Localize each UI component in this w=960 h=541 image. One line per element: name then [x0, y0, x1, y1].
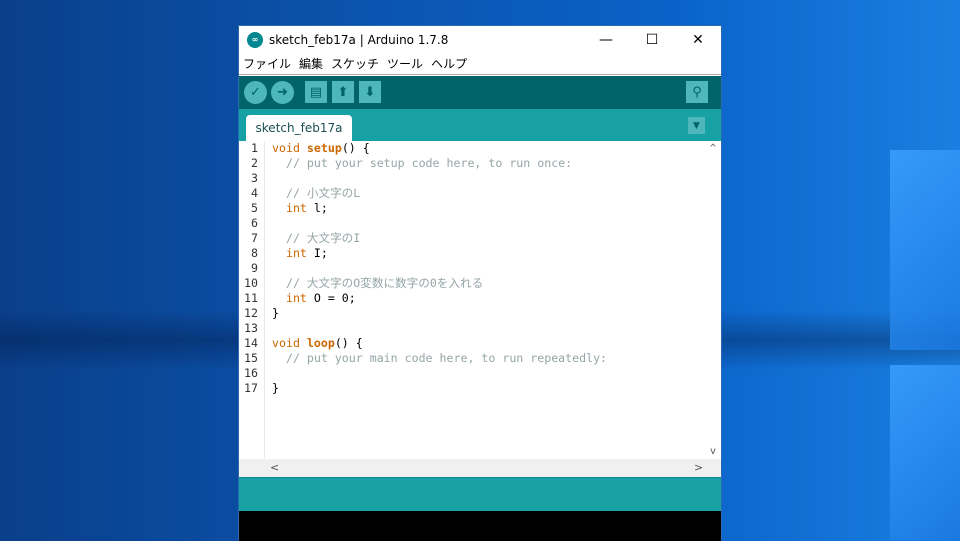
arduino-window: ∞ sketch_feb17a | Arduino 1.7.8 — ☐ ✕ ファ… [238, 25, 722, 541]
line-number: 6 [251, 216, 258, 230]
line-number: 13 [244, 321, 258, 335]
line-number: 3 [251, 171, 258, 185]
windows-logo-pane [890, 365, 960, 540]
line-number: 1 [251, 141, 258, 155]
code-keyword: int [272, 201, 307, 215]
tab-menu-button[interactable]: ▼ [688, 117, 705, 134]
code-token: () { [341, 141, 370, 155]
line-number: 14 [244, 336, 258, 350]
menu-help[interactable]: ヘルプ [427, 55, 471, 72]
code-line: int I; [272, 246, 607, 261]
line-number: 8 [251, 246, 258, 260]
line-number: 15 [244, 351, 258, 365]
title-bar: ∞ sketch_feb17a | Arduino 1.7.8 — ☐ ✕ [239, 26, 721, 53]
code-keyword: loop [306, 336, 335, 350]
menu-sketch[interactable]: スケッチ [327, 55, 383, 72]
serial-monitor-button[interactable]: ⚲ [686, 81, 708, 103]
code-line: void loop() { [272, 336, 607, 351]
status-bar [239, 477, 721, 511]
code-comment: // put your setup code here, to run once… [272, 156, 573, 170]
line-number: 17 [244, 381, 258, 395]
line-number: 7 [251, 231, 258, 245]
code-line: int O = 0; [272, 291, 607, 306]
verify-button[interactable]: ✓ [244, 81, 267, 104]
code-comment: // put your main code here, to run repea… [272, 351, 608, 365]
save-button[interactable]: ⬇ [359, 81, 381, 103]
code-line: // 大文字のI [272, 231, 607, 246]
toolbar: ✓ ➜ ▤ ⬆ ⬇ ⚲ [239, 76, 721, 109]
menu-file[interactable]: ファイル [239, 55, 295, 72]
line-number: 2 [251, 156, 258, 170]
code-keyword: int [272, 246, 307, 260]
scroll-left-icon[interactable]: < [270, 461, 279, 474]
code-keyword: setup [306, 141, 342, 155]
code-token: } [272, 306, 279, 320]
code-token: () { [334, 336, 363, 350]
window-title: sketch_feb17a | Arduino 1.7.8 [269, 32, 449, 47]
code-token: } [272, 381, 279, 395]
scroll-right-icon[interactable]: > [694, 461, 703, 474]
code-comment: // 大文字のO変数に数字の0を入れる [272, 276, 484, 290]
code-keyword: void [272, 336, 307, 350]
code-text[interactable]: void setup() { // put your setup code he… [272, 141, 607, 396]
code-line: // 小文字のL [272, 186, 607, 201]
code-line: } [272, 306, 607, 321]
line-number: 11 [244, 291, 258, 305]
menu-bar: ファイル 編集 スケッチ ツール ヘルプ [239, 53, 721, 75]
code-editor[interactable]: 1 2 3 4 5 6 7 8 9 10 11 12 13 14 15 16 17 void setup() {… [239, 141, 721, 459]
code-line: // 大文字のO変数に数字の0を入れる [272, 276, 607, 291]
close-button[interactable]: ✕ [675, 26, 721, 53]
line-number: 10 [244, 276, 258, 290]
menu-tools[interactable]: ツール [383, 55, 427, 72]
horizontal-scrollbar[interactable]: < > [239, 459, 721, 477]
scroll-up-icon[interactable]: ^ [705, 143, 721, 154]
line-number: 4 [251, 186, 258, 200]
scroll-down-icon[interactable]: v [705, 446, 721, 457]
upload-button[interactable]: ➜ [271, 81, 294, 104]
line-number: 5 [251, 201, 258, 215]
code-line: int l; [272, 201, 607, 216]
arduino-logo-icon: ∞ [247, 31, 263, 48]
windows-logo-pane [890, 150, 960, 350]
line-number: 16 [244, 366, 258, 380]
code-token: l; [306, 201, 328, 215]
code-line: } [272, 381, 607, 396]
menu-edit[interactable]: 編集 [295, 55, 327, 72]
line-number: 9 [251, 261, 258, 275]
code-comment: // 小文字のL [272, 186, 361, 200]
code-line: // put your setup code here, to run once… [272, 156, 607, 171]
open-button[interactable]: ⬆ [332, 81, 354, 103]
line-numbers: 1 2 3 4 5 6 7 8 9 10 11 12 13 14 15 16 17 [239, 141, 265, 459]
code-keyword: void [272, 141, 307, 155]
tab-sketch[interactable]: sketch_feb17a [246, 115, 352, 141]
maximize-button[interactable]: ☐ [629, 26, 675, 53]
code-keyword: int [272, 291, 307, 305]
line-number: 12 [244, 306, 258, 320]
code-token: O = 0; [306, 291, 356, 305]
console-output [239, 511, 721, 541]
tab-strip: sketch_feb17a ▼ [239, 109, 721, 141]
vertical-scrollbar[interactable]: ^ v [705, 141, 721, 459]
code-line: // put your main code here, to run repea… [272, 351, 607, 366]
code-token: I; [306, 246, 328, 260]
minimize-button[interactable]: — [583, 26, 629, 53]
code-comment: // 大文字のI [272, 231, 361, 245]
code-line: void setup() { [272, 141, 607, 156]
new-sketch-button[interactable]: ▤ [305, 81, 327, 103]
